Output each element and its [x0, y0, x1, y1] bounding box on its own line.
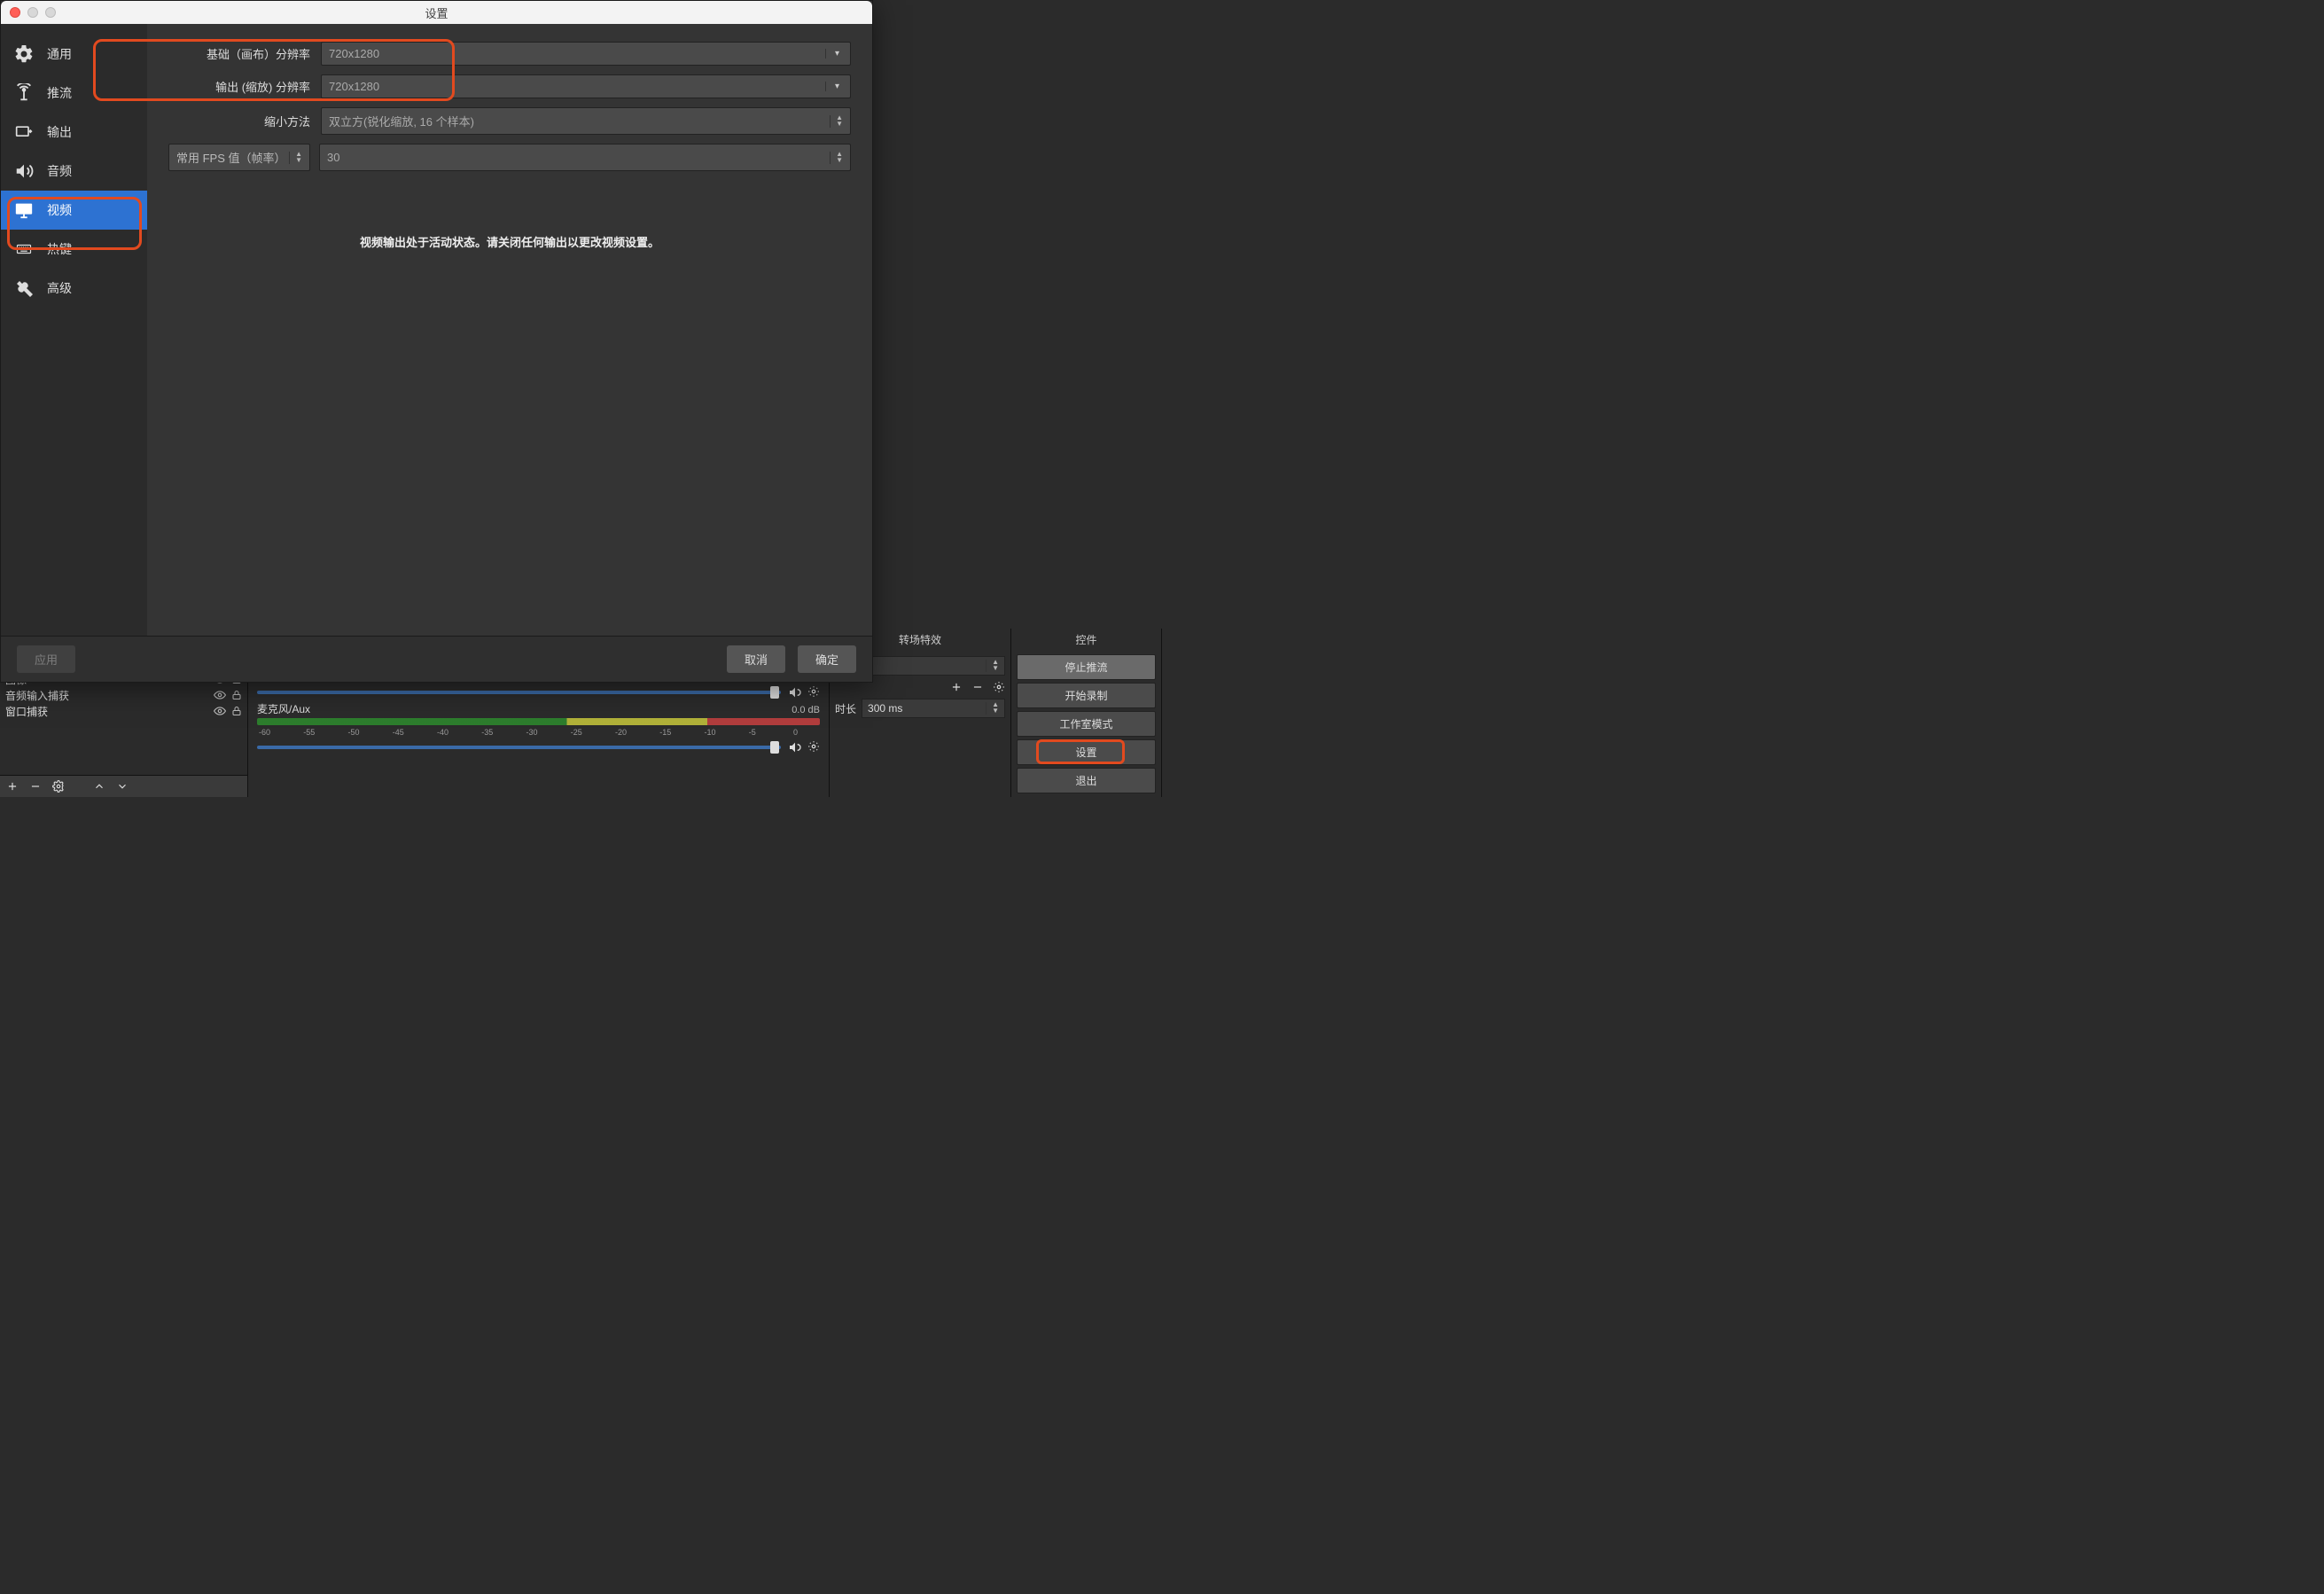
gear-icon[interactable]: [807, 740, 820, 754]
slider-thumb[interactable]: [770, 741, 779, 754]
chevron-down-icon[interactable]: [115, 779, 129, 793]
gear-icon[interactable]: [807, 685, 820, 699]
desktop-audio-slider[interactable]: [257, 685, 820, 699]
tools-icon: [12, 278, 36, 298]
fps-type-select[interactable]: 常用 FPS 值（帧率） ▲▼: [168, 144, 310, 171]
mic-meter: [257, 718, 820, 725]
chevron-up-icon[interactable]: [92, 779, 106, 793]
spin-icon: ▲▼: [289, 152, 302, 164]
lock-icon[interactable]: [231, 689, 242, 701]
lock-icon[interactable]: [231, 705, 242, 717]
sources-toolbar: [0, 775, 247, 797]
spin-icon: ▲▼: [830, 115, 843, 128]
sidebar-item-label: 音频: [47, 162, 72, 180]
dialog-title: 设置: [1, 4, 872, 21]
sidebar-item-audio[interactable]: 音频: [1, 152, 147, 191]
downscale-value: 双立方(锐化缩放, 16 个样本): [329, 113, 474, 129]
keyboard-icon: [12, 239, 36, 259]
sidebar-item-general[interactable]: 通用: [1, 35, 147, 74]
chevron-down-icon: ▾: [825, 49, 843, 59]
duration-value: 300 ms: [868, 702, 902, 715]
speaker-icon[interactable]: [788, 740, 802, 754]
plus-icon[interactable]: [5, 779, 19, 793]
downscale-label: 缩小方法: [168, 113, 310, 129]
output-resolution-select[interactable]: 720x1280 ▾: [321, 74, 851, 98]
mic-channel-header: 麦克风/Aux 0.0 dB: [257, 701, 820, 716]
settings-button[interactable]: 设置: [1017, 739, 1156, 765]
controls-dock: 控件 停止推流 开始录制 工作室模式 设置 退出: [1011, 629, 1162, 797]
base-resolution-select[interactable]: 720x1280 ▾: [321, 42, 851, 66]
output-resolution-value: 720x1280: [329, 80, 379, 93]
sidebar-item-label: 高级: [47, 279, 72, 297]
settings-video-pane: 基础（画布）分辨率 720x1280 ▾ 输出 (缩放) 分辨率 720x128…: [147, 24, 872, 636]
fps-value: 30: [327, 151, 339, 164]
settings-dialog: 设置 通用 推流 输出: [0, 0, 873, 683]
mixer-scale: -60-55-50-45-40-35-30-25-20-15-10-50: [257, 728, 820, 737]
sidebar-item-stream[interactable]: 推流: [1, 74, 147, 113]
monitor-icon: [12, 200, 36, 220]
gear-icon[interactable]: [993, 681, 1005, 693]
stop-stream-button[interactable]: 停止推流: [1017, 654, 1156, 680]
source-label: 音频输入捕获: [5, 688, 69, 703]
sidebar-item-video[interactable]: 视频: [1, 191, 147, 230]
sidebar-item-advanced[interactable]: 高级: [1, 269, 147, 308]
settings-sidebar: 通用 推流 输出 音频: [1, 24, 147, 636]
chevron-down-icon: ▾: [825, 82, 843, 91]
fps-type-label: 常用 FPS 值（帧率）: [176, 149, 284, 166]
duration-label: 时长: [835, 701, 856, 716]
sidebar-item-label: 通用: [47, 45, 72, 63]
output-icon: [12, 122, 36, 142]
spin-icon: ▲▼: [830, 152, 843, 164]
studio-mode-button[interactable]: 工作室模式: [1017, 711, 1156, 737]
exit-button[interactable]: 退出: [1017, 768, 1156, 793]
output-resolution-label: 输出 (缩放) 分辨率: [168, 78, 310, 95]
dialog-titlebar: 设置: [1, 1, 872, 24]
mic-db-value: 0.0 dB: [792, 705, 820, 715]
sidebar-item-label: 热键: [47, 240, 72, 258]
cancel-button[interactable]: 取消: [727, 645, 785, 673]
apply-button[interactable]: 应用: [17, 645, 75, 673]
ok-button[interactable]: 确定: [798, 645, 856, 673]
base-resolution-value: 720x1280: [329, 47, 379, 60]
controls-title: 控件: [1011, 629, 1161, 651]
eye-icon[interactable]: [214, 689, 226, 701]
minus-icon[interactable]: [971, 681, 984, 693]
minus-icon[interactable]: [28, 779, 43, 793]
start-record-button[interactable]: 开始录制: [1017, 683, 1156, 708]
base-resolution-label: 基础（画布）分辨率: [168, 45, 310, 62]
fps-value-select[interactable]: 30 ▲▼: [319, 144, 851, 171]
gear-icon[interactable]: [51, 779, 66, 793]
plus-icon[interactable]: [950, 681, 963, 693]
sidebar-item-output[interactable]: 输出: [1, 113, 147, 152]
dialog-footer: 应用 取消 确定: [1, 636, 872, 682]
sidebar-item-label: 推流: [47, 84, 72, 102]
duration-spinner[interactable]: 300 ms ▲▼: [862, 699, 1005, 718]
slider-thumb[interactable]: [770, 686, 779, 699]
speaker-icon[interactable]: [788, 685, 802, 699]
sidebar-item-label: 输出: [47, 123, 72, 141]
antenna-icon: [12, 83, 36, 103]
video-active-warning: 视频输出处于活动状态。请关闭任何输出以更改视频设置。: [168, 233, 851, 250]
sidebar-item-hotkeys[interactable]: 热键: [1, 230, 147, 269]
source-label: 窗口捕获: [5, 704, 48, 719]
sidebar-item-label: 视频: [47, 201, 72, 219]
eye-icon[interactable]: [214, 705, 226, 717]
mic-channel-name: 麦克风/Aux: [257, 701, 310, 716]
gear-icon: [12, 44, 36, 64]
downscale-select[interactable]: 双立方(锐化缩放, 16 个样本) ▲▼: [321, 107, 851, 135]
source-row[interactable]: 音频输入捕获: [5, 687, 242, 703]
source-row[interactable]: 窗口捕获: [5, 703, 242, 719]
speaker-icon: [12, 161, 36, 181]
mic-slider[interactable]: [257, 740, 820, 754]
